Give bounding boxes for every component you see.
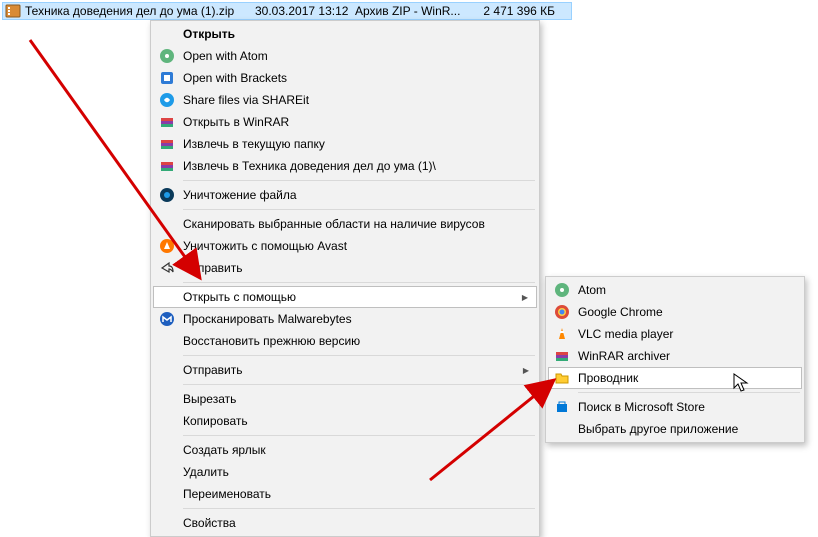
blank-icon (157, 389, 177, 409)
zip-file-icon (5, 3, 21, 19)
menu-open-winrar[interactable]: Открыть в WinRAR (153, 111, 537, 133)
menu-open-atom[interactable]: Open with Atom (153, 45, 537, 67)
blank-icon (157, 24, 177, 44)
menu-properties[interactable]: Свойства (153, 512, 537, 534)
brackets-icon (157, 68, 177, 88)
separator (183, 282, 535, 283)
file-name: Техника доведения дел до ума (1).zip (25, 4, 255, 18)
menu-open[interactable]: Открыть (153, 23, 537, 45)
blank-icon (157, 484, 177, 504)
atom-icon (552, 280, 572, 300)
blank-icon (552, 419, 572, 439)
menu-restore[interactable]: Восстановить прежнюю версию (153, 330, 537, 352)
separator (183, 435, 535, 436)
menu-share-shareit[interactable]: Share files via SHAREit (153, 89, 537, 111)
submenu-chrome[interactable]: Google Chrome (548, 301, 802, 323)
separator (578, 392, 800, 393)
blank-icon (157, 287, 177, 307)
separator (183, 180, 535, 181)
menu-extract-here[interactable]: Извлечь в текущую папку (153, 133, 537, 155)
menu-delete[interactable]: Удалить (153, 461, 537, 483)
blank-icon (157, 440, 177, 460)
blank-icon (157, 462, 177, 482)
menu-malwarebytes[interactable]: Просканировать Malwarebytes (153, 308, 537, 330)
submenu-explorer[interactable]: Проводник (548, 367, 802, 389)
blank-icon (157, 331, 177, 351)
file-type: Архив ZIP - WinR... (355, 4, 465, 18)
separator (183, 384, 535, 385)
chrome-icon (552, 302, 572, 322)
blank-icon (157, 411, 177, 431)
share-icon (157, 258, 177, 278)
winrar-icon (552, 346, 572, 366)
submenu-store[interactable]: Поиск в Microsoft Store (548, 396, 802, 418)
submenu-choose[interactable]: Выбрать другое приложение (548, 418, 802, 440)
file-size: 2 471 396 КБ (465, 4, 555, 18)
menu-send-to[interactable]: Отправить (153, 359, 537, 381)
menu-copy[interactable]: Копировать (153, 410, 537, 432)
winrar-icon (157, 134, 177, 154)
separator (183, 508, 535, 509)
menu-open-with[interactable]: Открыть с помощью (153, 286, 537, 308)
context-menu-main: Открыть Open with Atom Open with Bracket… (150, 20, 540, 537)
shred-icon (157, 185, 177, 205)
separator (183, 209, 535, 210)
vlc-icon (552, 324, 572, 344)
winrar-icon (157, 156, 177, 176)
blank-icon (157, 360, 177, 380)
submenu-vlc[interactable]: VLC media player (548, 323, 802, 345)
menu-open-brackets[interactable]: Open with Brackets (153, 67, 537, 89)
menu-cut[interactable]: Вырезать (153, 388, 537, 410)
blank-icon (157, 214, 177, 234)
store-icon (552, 397, 572, 417)
shareit-icon (157, 90, 177, 110)
atom-icon (157, 46, 177, 66)
menu-scan-virus[interactable]: Сканировать выбранные области на наличие… (153, 213, 537, 235)
menu-shortcut[interactable]: Создать ярлык (153, 439, 537, 461)
menu-avast-shred[interactable]: Уничтожить с помощью Avast (153, 235, 537, 257)
menu-extract-to[interactable]: Извлечь в Техника доведения дел до ума (… (153, 155, 537, 177)
file-row[interactable]: Техника доведения дел до ума (1).zip 30.… (2, 2, 572, 20)
submenu-winrar[interactable]: WinRAR archiver (548, 345, 802, 367)
menu-rename[interactable]: Переименовать (153, 483, 537, 505)
menu-shred[interactable]: Уничтожение файла (153, 184, 537, 206)
menu-share[interactable]: Отправить (153, 257, 537, 279)
folder-icon (552, 368, 572, 388)
avast-icon (157, 236, 177, 256)
separator (183, 355, 535, 356)
submenu-atom[interactable]: Atom (548, 279, 802, 301)
context-menu-open-with: Atom Google Chrome VLC media player WinR… (545, 276, 805, 443)
winrar-icon (157, 112, 177, 132)
malwarebytes-icon (157, 309, 177, 329)
file-date: 30.03.2017 13:12 (255, 4, 355, 18)
blank-icon (157, 513, 177, 533)
